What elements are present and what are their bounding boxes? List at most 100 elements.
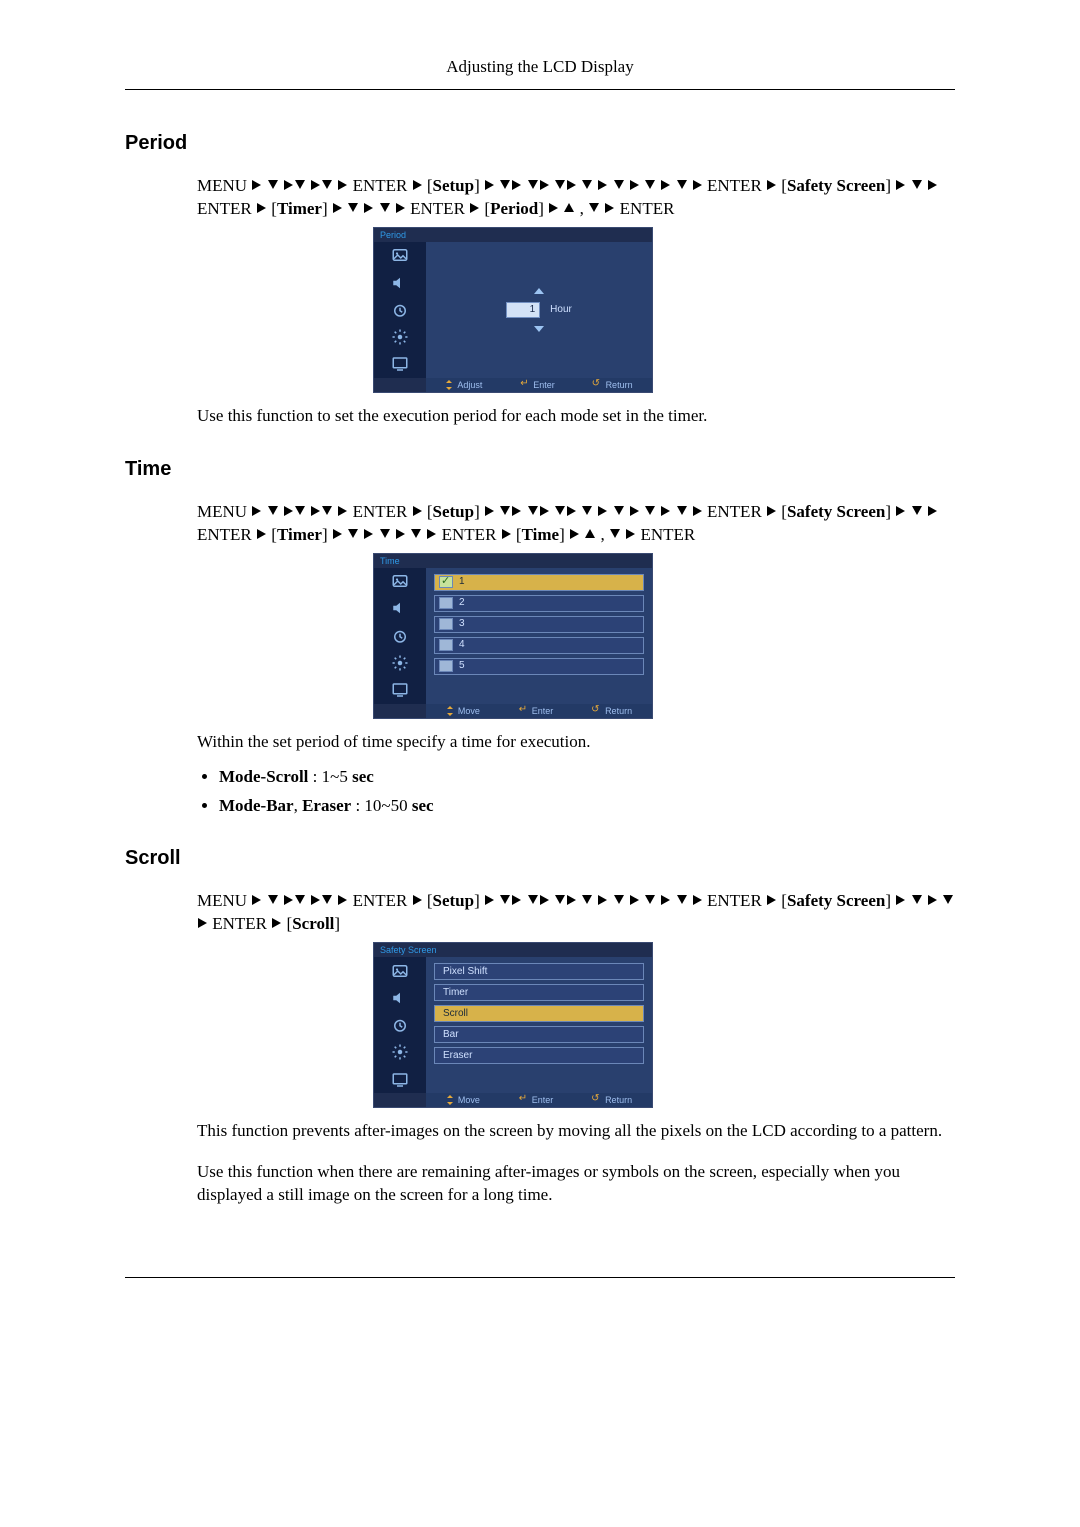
arrow-right-icon <box>470 203 479 213</box>
arrow-right-icon <box>767 180 776 190</box>
arrow-down-icon <box>582 895 592 904</box>
page-header: Adjusting the LCD Display <box>125 56 955 90</box>
arrow-right-icon <box>272 918 281 928</box>
nav-path-time: MENU ENTER [Setup] ENTER [Safety Screen]… <box>197 501 955 547</box>
osd-main: 1 2 3 4 5 <box>426 568 652 704</box>
osd-footer: Move Enter Return <box>426 1093 652 1107</box>
osd-footer-label: Move <box>458 1094 480 1106</box>
osd-panel-scroll: Safety Screen Pixel ShiftTimerScrollBarE… <box>373 942 653 1108</box>
arrow-down-icon <box>912 506 922 515</box>
arrow-right-icon <box>311 895 320 905</box>
osd-footer-label: Enter <box>532 1094 554 1106</box>
path-text: Safety Screen <box>787 502 885 521</box>
arrow-down-icon <box>322 895 332 904</box>
arrow-right-icon <box>512 180 521 190</box>
arrow-right-icon <box>605 203 614 213</box>
arrow-down-icon <box>528 895 538 904</box>
osd-panel-period: Period 1 Hour <box>373 227 653 393</box>
osd-caret-down-icon[interactable] <box>534 326 544 332</box>
arrow-right-icon <box>284 506 293 516</box>
osd-main: Pixel Shift Timer Scroll Bar Eraser <box>426 957 652 1093</box>
arrow-right-icon <box>311 180 320 190</box>
osd-list-item[interactable]: 5 <box>434 658 644 675</box>
arrow-down-icon <box>411 529 421 538</box>
arrow-right-icon <box>284 180 293 190</box>
arrow-right-icon <box>512 506 521 516</box>
path-text: ENTER <box>353 176 408 195</box>
osd-list-item[interactable]: Bar <box>434 1026 644 1043</box>
osd-icon-setup-icon <box>374 323 426 350</box>
osd-footer-label: Adjust <box>457 379 482 391</box>
osd-footer-label: Enter <box>532 705 554 717</box>
arrow-right-icon <box>567 180 576 190</box>
arrow-right-icon <box>413 506 422 516</box>
osd-list-item[interactable]: 1 <box>434 574 644 591</box>
arrow-down-icon <box>943 895 953 904</box>
list-item-value: 1~5 <box>322 767 348 786</box>
path-text: ENTER <box>410 199 465 218</box>
arrow-down-icon <box>380 203 390 212</box>
osd-return-icon <box>593 1096 601 1104</box>
arrow-right-icon <box>252 895 261 905</box>
arrow-right-icon <box>502 529 511 539</box>
list-item: Mode-Bar, Eraser : 10~50 sec <box>219 795 955 818</box>
arrow-right-icon <box>570 529 579 539</box>
arrow-down-icon <box>528 506 538 515</box>
osd-list-item-label: 2 <box>457 596 465 610</box>
osd-list-item[interactable]: Eraser <box>434 1047 644 1064</box>
osd-icon-setup-icon <box>374 649 426 676</box>
osd-list-item[interactable]: 3 <box>434 616 644 633</box>
osd-list-item[interactable]: Pixel Shift <box>434 963 644 980</box>
osd-list-item-label: Timer <box>435 986 468 1000</box>
list-item-sep: : <box>351 796 364 815</box>
arrow-right-icon <box>333 203 342 213</box>
osd-checkbox-icon <box>439 597 453 609</box>
arrow-right-icon <box>427 529 436 539</box>
osd-list-item[interactable]: Scroll <box>434 1005 644 1022</box>
arrow-right-icon <box>630 506 639 516</box>
osd-icon-setup-icon <box>374 1039 426 1066</box>
arrow-down-icon <box>268 180 278 189</box>
arrow-down-icon <box>645 506 655 515</box>
arrow-right-icon <box>693 180 702 190</box>
arrow-right-icon <box>338 895 347 905</box>
arrow-right-icon <box>333 529 342 539</box>
osd-list-item[interactable]: Timer <box>434 984 644 1001</box>
osd-list-item[interactable]: 4 <box>434 637 644 654</box>
osd-period-value[interactable]: 1 <box>506 302 540 318</box>
arrow-right-icon <box>767 895 776 905</box>
osd-list-item-label: 5 <box>457 659 465 673</box>
section-description: Use this function when there are remaini… <box>197 1161 955 1207</box>
osd-icon-picture-icon <box>374 568 426 595</box>
arrow-down-icon <box>268 895 278 904</box>
arrow-right-icon <box>252 180 261 190</box>
arrow-right-icon <box>693 895 702 905</box>
osd-caret-up-icon[interactable] <box>534 288 544 294</box>
arrow-right-icon <box>598 506 607 516</box>
arrow-right-icon <box>928 506 937 516</box>
nav-path-period: MENU ENTER [Setup] ENTER [Safety Screen]… <box>197 175 955 221</box>
section-description: This function prevents after-images on t… <box>197 1120 955 1143</box>
arrow-up-icon <box>564 203 574 212</box>
path-text: ENTER <box>707 176 762 195</box>
arrow-down-icon <box>555 895 565 904</box>
arrow-down-icon <box>295 180 305 189</box>
osd-icon-screen-icon <box>374 1066 426 1093</box>
osd-footer: Move Enter Return <box>426 704 652 718</box>
path-text: ENTER <box>640 525 695 544</box>
arrow-down-icon <box>645 180 655 189</box>
osd-move-icon <box>446 707 454 715</box>
arrow-right-icon <box>485 895 494 905</box>
path-text: MENU <box>197 502 247 521</box>
arrow-down-icon <box>322 180 332 189</box>
osd-list-item[interactable]: 2 <box>434 595 644 612</box>
arrow-down-icon <box>645 895 655 904</box>
list-item-unit: sec <box>352 767 374 786</box>
arrow-down-icon <box>614 180 624 189</box>
section-heading-time: Time <box>125 456 955 483</box>
time-bullet-list: Mode-Scroll : 1~5 sec Mode-Bar, Eraser :… <box>197 766 955 818</box>
arrow-right-icon <box>396 529 405 539</box>
osd-icon-sound-icon <box>374 595 426 622</box>
arrow-right-icon <box>630 895 639 905</box>
arrow-down-icon <box>677 506 687 515</box>
